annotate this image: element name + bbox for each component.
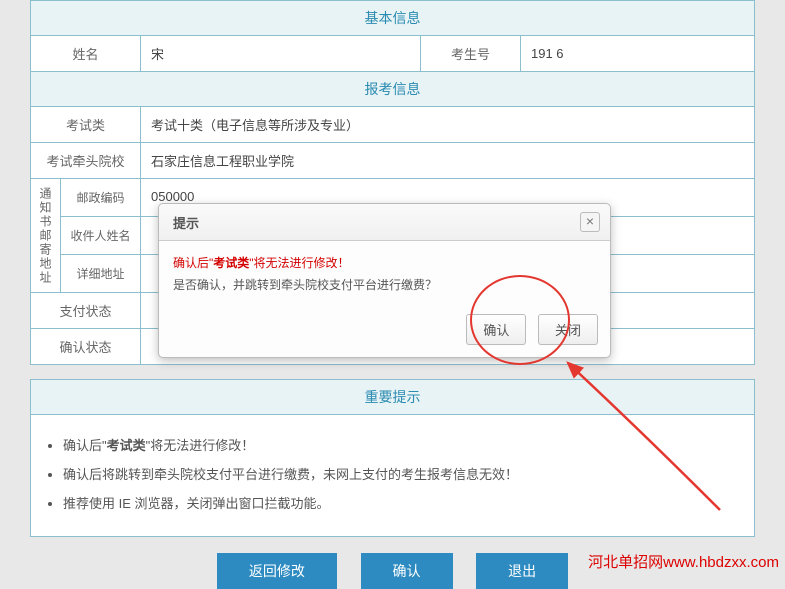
exit-button[interactable]: 退出: [476, 553, 568, 589]
exam-school-label: 考试牵头院校: [31, 143, 141, 178]
name-value: 宋: [141, 36, 421, 71]
confirm-button[interactable]: 确认: [361, 553, 453, 589]
mail-group-label: 通知书邮寄地址: [31, 179, 61, 292]
tips-box: 重要提示 确认后"考试类"将无法进行修改！ 确认后将跳转到牵头院校支付平台进行缴…: [30, 379, 755, 537]
tip-item-1: 确认后"考试类"将无法进行修改！: [63, 435, 736, 454]
tip1-bold: 考试类: [107, 438, 146, 453]
address-label: 详细地址: [61, 255, 141, 292]
zip-label: 邮政编码: [61, 179, 141, 216]
dialog-close-button[interactable]: ×: [580, 212, 600, 232]
tip1-suffix: "将无法进行修改！: [146, 438, 255, 453]
confirm-dialog: 提示 × 确认后"考试类"将无法进行修改！ 是否确认，并跳转到牵头院校支付平台进…: [158, 203, 611, 358]
dialog-warning: 确认后"考试类"将无法进行修改！: [173, 253, 596, 275]
basic-info-header: 基本信息: [31, 1, 754, 36]
exam-school-value: 石家庄信息工程职业学院: [141, 143, 754, 178]
exam-type-label: 考试类: [31, 107, 141, 142]
back-button[interactable]: 返回修改: [217, 553, 337, 589]
exam-no-label: 考生号: [421, 36, 521, 71]
tips-header: 重要提示: [31, 380, 754, 415]
confirm-status-label: 确认状态: [31, 329, 141, 364]
tip-item-2: 确认后将跳转到牵头院校支付平台进行缴费，未网上支付的考生报考信息无效！: [63, 464, 736, 483]
pay-status-label: 支付状态: [31, 293, 141, 328]
dialog-cancel-button[interactable]: 关闭: [538, 314, 598, 345]
dialog-warn-suffix: "将无法进行修改！: [249, 256, 349, 270]
exam-no-value: 191 6: [521, 36, 754, 71]
dialog-warn-bold: 考试类: [213, 256, 249, 270]
exam-type-value: 考试十类（电子信息等所涉及专业）: [141, 107, 754, 142]
name-label: 姓名: [31, 36, 141, 71]
tip-item-3: 推荐使用 IE 浏览器，关闭弹出窗口拦截功能。: [63, 493, 736, 512]
dialog-ok-button[interactable]: 确认: [466, 314, 526, 345]
dialog-question: 是否确认，并跳转到牵头院校支付平台进行缴费？: [173, 275, 596, 297]
exam-info-header: 报考信息: [31, 72, 754, 107]
dialog-warn-prefix: 确认后": [173, 256, 213, 270]
watermark-text: 河北单招网www.hbdzxx.com: [588, 551, 779, 572]
recipient-label: 收件人姓名: [61, 217, 141, 254]
tip1-prefix: 确认后": [63, 438, 107, 453]
dialog-title: 提示: [173, 213, 199, 232]
